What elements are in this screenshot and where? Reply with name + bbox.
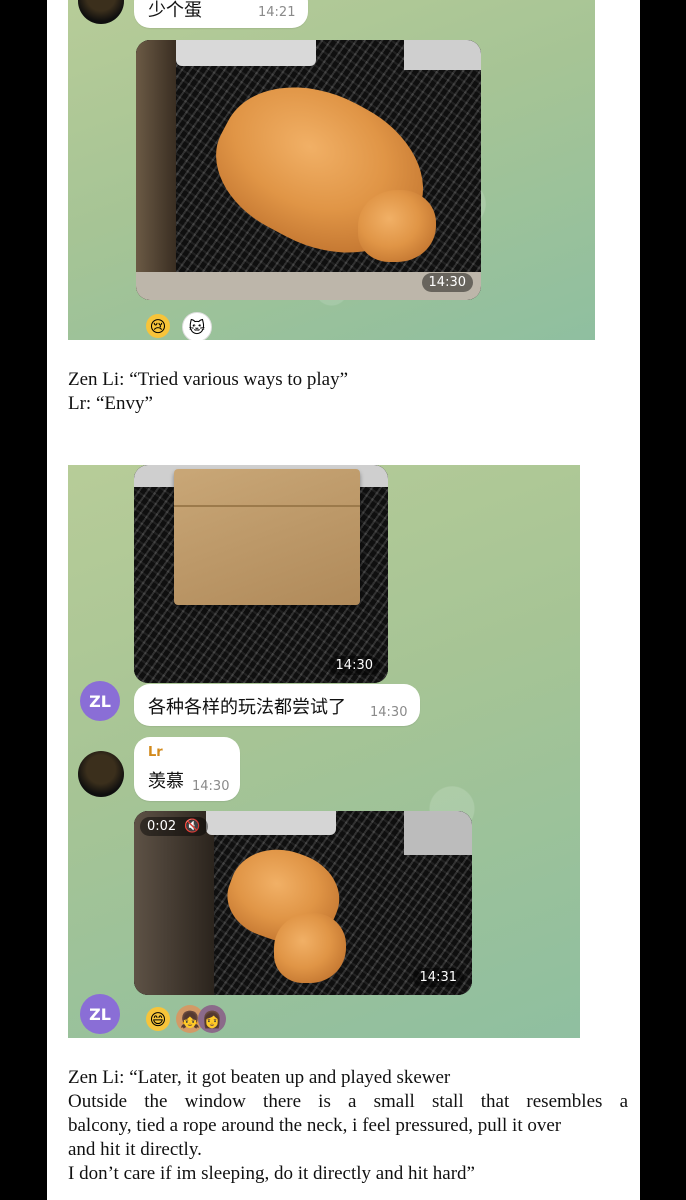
message-text: 羡慕 [148, 771, 184, 792]
box-photo[interactable]: 14:30 [134, 465, 388, 683]
video-time: 14:31 [412, 968, 464, 987]
cat-head [358, 190, 436, 262]
message-bubble-top[interactable]: 少个蛋 14:21 [134, 0, 308, 28]
sender-avatar [78, 0, 124, 24]
message-bubble-zl[interactable]: 各种各样的玩法都尝试了 14:30 [134, 684, 420, 726]
avatar-lr[interactable] [78, 751, 124, 797]
chat-screenshot-bottom: 14:30 ZL 各种各样的玩法都尝试了 14:30 Lr 羡慕 14:30 0… [68, 465, 580, 1038]
avatar-sticker-icon[interactable]: 🐱 [182, 312, 212, 340]
caption-line: Lr: “Envy” [68, 393, 153, 414]
caption-line: Zen Li: “Later, it got beaten up and pla… [68, 1067, 451, 1088]
muted-speaker-icon[interactable]: 🔇 [184, 819, 200, 834]
cat-photo-1[interactable]: 14:30 [136, 40, 481, 300]
photo-time: 14:30 [328, 656, 380, 675]
crying-face-icon[interactable]: 😢 [146, 314, 170, 338]
grinning-face-icon[interactable]: 😄 [146, 1007, 170, 1031]
video-duration: 0:02 🔇 [140, 817, 208, 836]
cat-video[interactable]: 0:02 🔇 14:31 [134, 811, 472, 995]
caption-2: Zen Li: “Later, it got beaten up and pla… [68, 1066, 628, 1186]
message-text: 各种各样的玩法都尝试了 [148, 697, 346, 718]
caption-line: I don’t care if im sleeping, do it direc… [68, 1163, 475, 1184]
photo-time: 14:30 [421, 273, 473, 292]
message-time: 14:30 [192, 779, 230, 794]
caption-line: Zen Li: “Tried various ways to play” [68, 369, 349, 390]
cat-head [274, 913, 346, 983]
caption-1: Zen Li: “Tried various ways to play” Lr:… [68, 368, 348, 416]
message-bubble-lr[interactable]: Lr 羡慕 14:30 [134, 737, 240, 801]
caption-line: and hit it directly. [68, 1139, 202, 1160]
message-text: 少个蛋 [148, 0, 202, 21]
avatar-zl[interactable]: ZL [80, 681, 120, 721]
sender-name: Lr [148, 745, 163, 760]
message-time: 14:30 [370, 705, 408, 720]
caption-line: balcony, tied a rope around the neck, i … [68, 1115, 562, 1136]
chat-screenshot-top: 少个蛋 14:21 14:30 😢 🐱 [68, 0, 595, 340]
caption-line: Outside the window there is a small stal… [68, 1091, 628, 1112]
message-time: 14:21 [258, 5, 296, 20]
cardboard-box [174, 469, 360, 605]
avatar-zl[interactable]: ZL [80, 994, 120, 1034]
avatar-sticker-icon[interactable]: 👩 [198, 1005, 226, 1033]
